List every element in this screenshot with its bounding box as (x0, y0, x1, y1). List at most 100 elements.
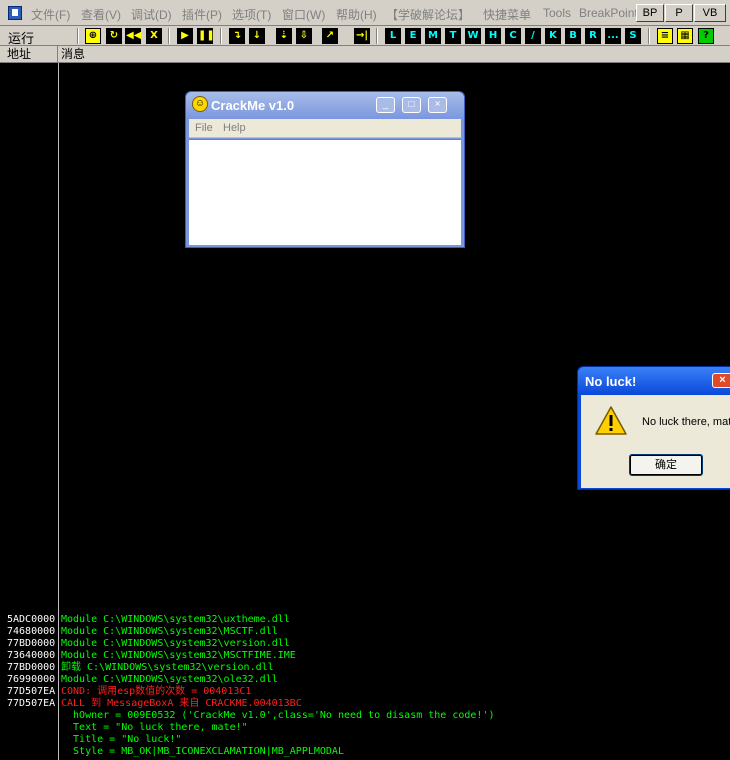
log-window-icon[interactable]: L (385, 28, 401, 44)
menu-options[interactable]: 选项(T) (232, 6, 271, 23)
log-column-header: 地址 消息 (0, 46, 730, 63)
log-message: Module C:\WINDOWS\system32\ole32.dll (61, 674, 278, 685)
trace-over-icon[interactable]: ⇩ (296, 28, 312, 44)
run-icon[interactable]: ▶ (177, 28, 193, 44)
menu-plugins[interactable]: 插件(P) (182, 6, 222, 23)
log-row[interactable]: 77D507EA CALL 到 MessageBoxA 来自 CRACKME.00… (0, 698, 730, 710)
log-row[interactable]: 76990000 Module C:\WINDOWS\system32\ole32… (0, 674, 730, 686)
no-luck-dialog[interactable]: No luck! × No luck there, mate! 确定 (577, 366, 730, 490)
toolbar: 运行 ⊕ ↻ ◀◀ X ▶ ❚❚ ↴ ↓ ⇣ ⇩ ↗ →| L E M T W … (0, 26, 730, 46)
run-trace-icon[interactable]: ... (605, 28, 621, 44)
log-address: 77D507EA (7, 686, 56, 697)
dialog-titlebar[interactable]: No luck! × (578, 367, 730, 395)
log-address: 5ADC0000 (7, 614, 56, 625)
crackme-menu-help[interactable]: Help (223, 122, 246, 134)
log-row[interactable]: Title = "No luck!" (0, 734, 730, 746)
crackme-menubar: File Help (189, 119, 461, 138)
log-row[interactable]: 73640000 Module C:\WINDOWS\system32\MSCTF… (0, 650, 730, 662)
handles-icon[interactable]: H (485, 28, 501, 44)
menu-view[interactable]: 查看(V) (81, 6, 121, 23)
log-address: 77BD0000 (7, 638, 56, 649)
log-address: 77BD0000 (7, 662, 56, 673)
step-over-icon[interactable]: ↓ (249, 28, 265, 44)
toolbar-separator (648, 28, 650, 44)
toolbar-separator (168, 28, 170, 44)
call-stack-icon[interactable]: K (545, 28, 561, 44)
menu-breakpoint[interactable]: BreakPoint (579, 6, 638, 20)
crackme-title: CrackMe v1.0 (211, 98, 295, 113)
dialog-message: No luck there, mate! (642, 416, 730, 428)
log-row[interactable]: 77BD0000 卸载 C:\WINDOWS\system32\version.d… (0, 662, 730, 674)
ok-button[interactable]: 确定 (629, 454, 703, 476)
vb-button[interactable]: VB (694, 4, 726, 22)
menu-help[interactable]: 帮助(H) (336, 6, 377, 23)
log-message: Module C:\WINDOWS\system32\version.dll (61, 638, 290, 649)
open-icon[interactable]: ⊕ (85, 28, 101, 44)
execute-till-return-icon[interactable]: ↗ (322, 28, 338, 44)
threads-icon[interactable]: T (445, 28, 461, 44)
menubar: 文件(F) 查看(V) 调试(D) 插件(P) 选项(T) 窗口(W) 帮助(H… (0, 0, 730, 26)
crackme-titlebar[interactable]: ☺ CrackMe v1.0 _ □ × (186, 92, 464, 119)
log-list: 5ADC0000 Module C:\WINDOWS\system32\uxthe… (0, 614, 730, 758)
log-row[interactable]: 77BD0000 Module C:\WINDOWS\system32\versi… (0, 638, 730, 650)
appearance-icon[interactable]: ▦ (677, 28, 693, 44)
crackme-window[interactable]: ☺ CrackMe v1.0 _ □ × File Help (185, 91, 465, 248)
pause-icon[interactable]: ❚❚ (197, 28, 215, 44)
app-icon[interactable] (8, 6, 22, 20)
log-message: Title = "No luck!" (61, 734, 182, 745)
log-message: hOwner = 009E0532 ('CrackMe v1.0',class=… (61, 710, 495, 721)
menu-tools[interactable]: Tools (543, 6, 571, 20)
log-address: 76990000 (7, 674, 56, 685)
patches-icon[interactable]: / (525, 28, 541, 44)
log-row[interactable]: hOwner = 009E0532 ('CrackMe v1.0',class=… (0, 710, 730, 722)
toolbar-separator (77, 28, 79, 44)
crackme-menu-file[interactable]: File (195, 122, 213, 134)
close-icon[interactable]: × (428, 97, 447, 113)
log-row[interactable]: 74680000 Module C:\WINDOWS\system32\MSCTF… (0, 626, 730, 638)
maximize-icon[interactable]: □ (402, 97, 421, 113)
log-row[interactable]: Text = "No luck there, mate!" (0, 722, 730, 734)
log-message: Style = MB_OK|MB_ICONEXCLAMATION|MB_APPL… (61, 746, 344, 757)
menu-file[interactable]: 文件(F) (31, 6, 70, 23)
restart-icon[interactable]: ↻ (106, 28, 122, 44)
log-address: 73640000 (7, 650, 56, 661)
address-column-header[interactable]: 地址 (0, 46, 58, 62)
menu-forum[interactable]: 【学破解论坛】 (386, 6, 470, 23)
references-icon[interactable]: R (585, 28, 601, 44)
log-row[interactable]: Style = MB_OK|MB_ICONEXCLAMATION|MB_APPL… (0, 746, 730, 758)
breakpoints-icon[interactable]: B (565, 28, 581, 44)
log-row[interactable]: 77D507EA COND: 调用esp数值的次数 = 004013C1 (0, 686, 730, 698)
dialog-close-icon[interactable]: × (712, 373, 730, 388)
log-message: Module C:\WINDOWS\system32\MSCTF.dll (61, 626, 278, 637)
help-icon[interactable]: ? (698, 28, 714, 44)
close-process-icon[interactable]: X (146, 28, 162, 44)
p-button[interactable]: P (665, 4, 693, 22)
smiley-icon: ☺ (192, 96, 208, 112)
source-icon[interactable]: S (625, 28, 641, 44)
log-address: 77D507EA (7, 698, 56, 709)
dialog-title: No luck! (585, 374, 637, 389)
log-message: CALL 到 MessageBoxA 来自 CRACKME.004013BC (61, 698, 302, 709)
cpu-icon[interactable]: C (505, 28, 521, 44)
rewind-icon[interactable]: ◀◀ (125, 28, 141, 44)
dialog-body: No luck there, mate! 确定 (581, 395, 730, 488)
goto-icon[interactable]: →| (354, 28, 370, 44)
bp-button[interactable]: BP (636, 4, 664, 22)
log-message: Text = "No luck there, mate!" (61, 722, 248, 733)
options-icon[interactable]: ≡ (657, 28, 673, 44)
menu-debug[interactable]: 调试(D) (131, 6, 172, 23)
log-message: Module C:\WINDOWS\system32\MSCTFIME.IME (61, 650, 296, 661)
menu-shortcuts[interactable]: 快捷菜单 (483, 6, 531, 23)
toolbar-separator (376, 28, 378, 44)
executables-icon[interactable]: E (405, 28, 421, 44)
log-message: 卸载 C:\WINDOWS\system32\version.dll (61, 662, 274, 673)
step-into-icon[interactable]: ↴ (229, 28, 245, 44)
message-column-header[interactable]: 消息 (61, 46, 85, 62)
windows-icon[interactable]: W (465, 28, 481, 44)
menu-window[interactable]: 窗口(W) (282, 6, 325, 23)
trace-into-icon[interactable]: ⇣ (276, 28, 292, 44)
crackme-client-area (189, 139, 461, 245)
minimize-icon[interactable]: _ (376, 97, 395, 113)
log-row[interactable]: 5ADC0000 Module C:\WINDOWS\system32\uxthe… (0, 614, 730, 626)
memory-map-icon[interactable]: M (425, 28, 441, 44)
